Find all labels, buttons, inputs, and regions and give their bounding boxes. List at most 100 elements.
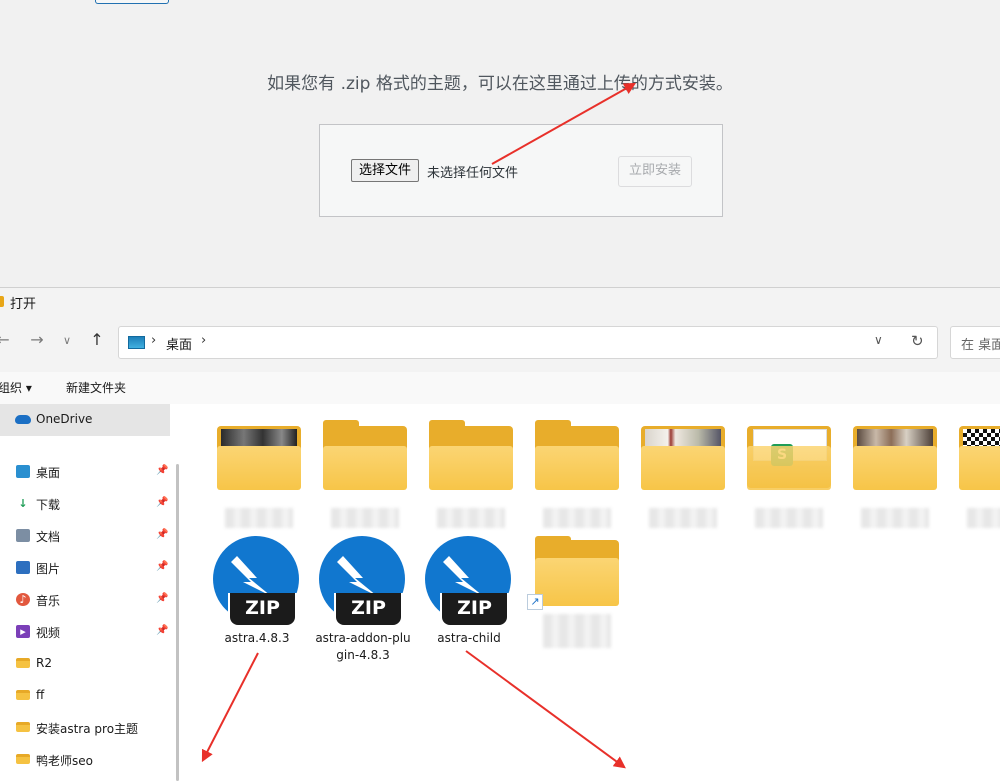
- file-name: astra.4.8.3: [224, 631, 290, 645]
- file-open-dialog: 打开 ← → ∨ ↑ › 桌面 › ∨ ↻ 在 桌面 组织 ▾ 新建文件夹 On…: [0, 287, 1000, 781]
- cloud-icon: [15, 415, 31, 424]
- shortcut-folder-item[interactable]: ↗: [527, 536, 625, 666]
- lightning-icon: [231, 556, 271, 596]
- pictures-icon: [16, 561, 30, 574]
- zip-file-item[interactable]: ZIP astra.4.8.3: [209, 536, 305, 666]
- blurred-file-name: [331, 508, 399, 528]
- new-folder-button[interactable]: 新建文件夹: [66, 379, 126, 396]
- file-list: S ZIP astra.4.8.3 ZIP astra-addo: [185, 404, 1000, 781]
- file-name: astra-child: [437, 631, 501, 645]
- music-icon: ♪: [16, 593, 30, 606]
- folder-item[interactable]: [317, 416, 413, 536]
- forward-arrow-icon[interactable]: →: [26, 330, 48, 349]
- nav-item-label: 视频: [36, 626, 61, 640]
- blurred-file-name: [861, 508, 929, 528]
- nav-item-astra-pro[interactable]: 安装astra pro主题: [0, 714, 170, 742]
- nav-item-music[interactable]: ♪ 音乐 📌: [0, 586, 170, 614]
- nav-item-label: 桌面: [36, 466, 61, 480]
- breadcrumb-chevron-icon[interactable]: ›: [151, 333, 156, 348]
- folder-item[interactable]: S: [741, 416, 837, 536]
- file-name: astra-addon-plugin-4.8.3: [315, 631, 411, 662]
- organize-button[interactable]: 组织 ▾: [0, 379, 32, 396]
- app-icon: [0, 296, 4, 307]
- pin-icon[interactable]: 📌: [156, 625, 168, 636]
- nav-item-seo[interactable]: 鸭老师seo: [0, 746, 170, 774]
- nav-item-label: 音乐: [36, 594, 61, 608]
- blurred-file-name: [967, 508, 1000, 528]
- folder-icon: [16, 722, 30, 732]
- nav-item-videos[interactable]: ▸ 视频 📌: [0, 618, 170, 646]
- pin-icon[interactable]: 📌: [156, 593, 168, 604]
- nav-item-label: OneDrive: [36, 412, 93, 426]
- zip-file-item[interactable]: ZIP astra-addon-plugin-4.8.3: [315, 536, 411, 666]
- folder-item[interactable]: [423, 416, 519, 536]
- desktop-icon: [128, 336, 145, 349]
- back-arrow-icon[interactable]: ←: [0, 330, 14, 349]
- zip-badge: ZIP: [440, 593, 509, 627]
- upload-form: 选择文件 未选择任何文件 立即安装: [319, 124, 723, 217]
- shortcut-arrow-icon: ↗: [527, 594, 543, 610]
- install-now-button[interactable]: 立即安装: [618, 156, 692, 187]
- blurred-file-name: [755, 508, 823, 528]
- breadcrumb-desktop[interactable]: 桌面: [166, 334, 192, 353]
- nav-item-label: 安装astra pro主题: [36, 722, 139, 736]
- nav-item-documents[interactable]: 文档 📌: [0, 522, 170, 550]
- dialog-titlebar[interactable]: 打开: [0, 288, 1000, 316]
- lightning-icon: [443, 556, 483, 596]
- search-placeholder: 在 桌面: [961, 338, 1000, 353]
- folder-icon: [16, 754, 30, 764]
- download-icon: ↓: [18, 497, 28, 510]
- blurred-file-name: [543, 508, 611, 528]
- dialog-title: 打开: [10, 297, 37, 312]
- address-bar[interactable]: › 桌面 › ∨ ↻: [118, 326, 938, 359]
- desktop-icon: [16, 465, 30, 478]
- zip-file-item[interactable]: ZIP astra-child: [421, 536, 517, 666]
- nav-item-onedrive[interactable]: OneDrive: [0, 404, 170, 436]
- nav-item-r2[interactable]: R2: [0, 650, 170, 678]
- zip-badge: ZIP: [228, 593, 297, 627]
- folder-item[interactable]: [529, 416, 625, 536]
- nav-item-ff[interactable]: ff: [0, 682, 170, 710]
- pin-icon[interactable]: 📌: [156, 497, 168, 508]
- pin-icon[interactable]: 📌: [156, 561, 168, 572]
- refresh-icon[interactable]: ↻: [911, 332, 924, 350]
- choose-file-button[interactable]: 选择文件: [351, 159, 420, 182]
- lightning-icon: [337, 556, 377, 596]
- folder-item[interactable]: [211, 416, 307, 536]
- folder-icon: [16, 690, 30, 700]
- nav-item-label: R2: [36, 656, 52, 670]
- blurred-file-name: [649, 508, 717, 528]
- theme-upload-page: 如果您有 .zip 格式的主题，可以在这里通过上传的方式安装。 选择文件 未选择…: [0, 0, 1000, 287]
- folder-item[interactable]: [635, 416, 731, 536]
- file-status-text: 未选择任何文件: [427, 166, 519, 181]
- nav-item-pictures[interactable]: 图片 📌: [0, 554, 170, 582]
- top-button-edge[interactable]: [95, 0, 169, 4]
- nav-item-desktop[interactable]: 桌面 📌: [0, 458, 170, 486]
- folder-item[interactable]: [847, 416, 943, 536]
- blurred-file-name: [225, 508, 293, 528]
- zip-badge: ZIP: [334, 593, 403, 627]
- navigation-bar: ← → ∨ ↑ › 桌面 › ∨ ↻ 在 桌面: [0, 316, 1000, 372]
- folder-icon: [16, 658, 30, 668]
- breadcrumb-chevron-icon[interactable]: ›: [201, 333, 206, 348]
- nav-scrollbar[interactable]: [176, 464, 179, 781]
- address-dropdown-icon[interactable]: ∨: [874, 333, 883, 347]
- folder-item[interactable]: [953, 416, 1000, 536]
- recent-locations-chevron-icon[interactable]: ∨: [56, 334, 78, 347]
- nav-item-label: ff: [36, 688, 45, 702]
- blurred-file-name: [543, 614, 611, 648]
- search-input[interactable]: 在 桌面: [950, 326, 1000, 359]
- pin-icon[interactable]: 📌: [156, 465, 168, 476]
- up-arrow-icon[interactable]: ↑: [86, 330, 108, 349]
- blurred-file-name: [437, 508, 505, 528]
- video-icon: ▸: [16, 625, 30, 638]
- nav-item-label: 图片: [36, 562, 61, 576]
- upload-help-text: 如果您有 .zip 格式的主题，可以在这里通过上传的方式安装。: [267, 74, 733, 94]
- nav-item-label: 下载: [36, 498, 61, 512]
- dialog-toolbar: 组织 ▾ 新建文件夹: [0, 372, 1000, 404]
- navigation-pane: OneDrive 桌面 📌 ↓ 下载 📌 文档 📌 图片 📌 ♪ 音乐 📌 ▸ …: [0, 404, 185, 781]
- pin-icon[interactable]: 📌: [156, 529, 168, 540]
- document-icon: [16, 529, 30, 542]
- nav-item-label: 文档: [36, 530, 61, 544]
- nav-item-downloads[interactable]: ↓ 下载 📌: [0, 490, 170, 518]
